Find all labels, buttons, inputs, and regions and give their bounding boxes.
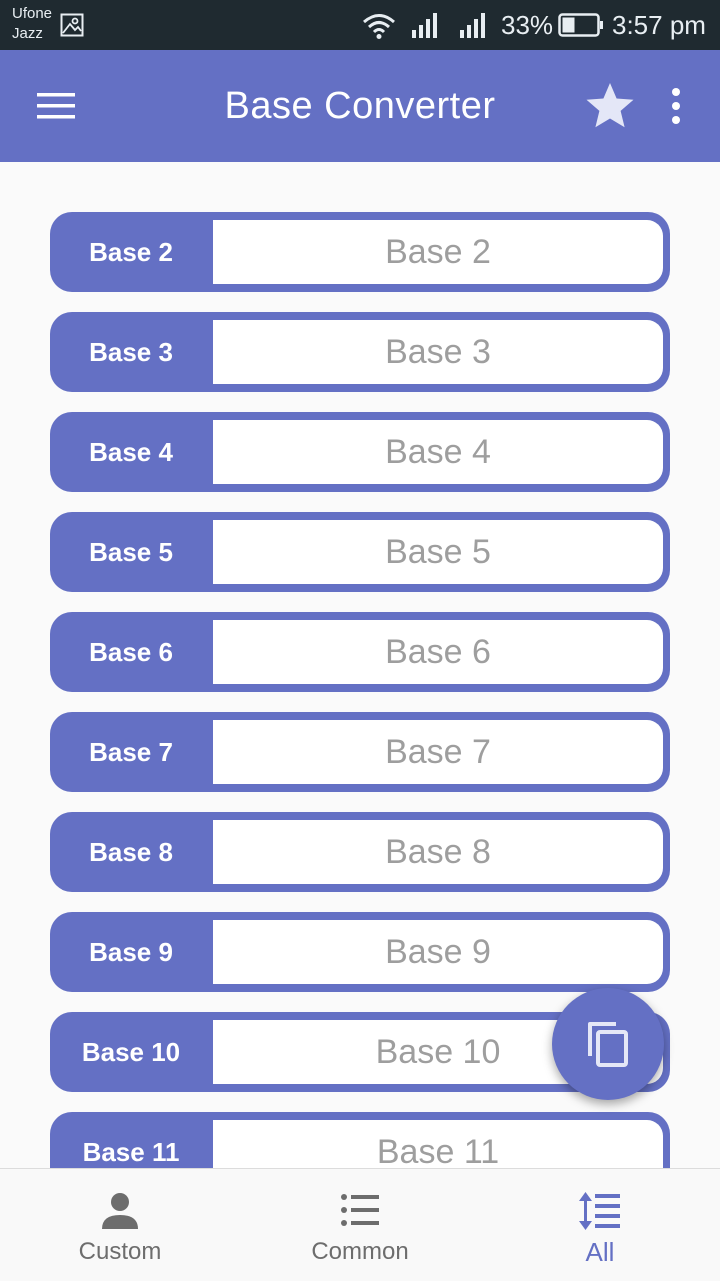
base-row-7: Base 7 Base 7 (50, 712, 670, 792)
nav-tab-custom[interactable]: Custom (0, 1169, 240, 1281)
base-label: Base 6 (89, 637, 173, 667)
copy-fab-button[interactable] (552, 988, 664, 1100)
status-bar: Ufone Jazz 33% 3:57 pm (0, 0, 720, 50)
nav-tab-common[interactable]: Common (240, 1169, 480, 1281)
bottom-navigation: Custom Common All (0, 1168, 720, 1281)
battery-percent: 33% (501, 10, 554, 40)
base-label: Base 5 (89, 537, 173, 567)
base-label: Base 8 (89, 837, 173, 867)
base-row-3: Base 3 Base 3 (50, 312, 670, 392)
base-label: Base 4 (89, 437, 173, 467)
more-options-icon[interactable] (662, 86, 690, 126)
star-icon[interactable] (584, 80, 636, 132)
base-label: Base 2 (89, 237, 173, 267)
base-6-input[interactable]: Base 6 (213, 620, 663, 684)
copy-icon (588, 1022, 628, 1067)
base-label: Base 10 (81, 1037, 181, 1067)
base-label: Base 11 (82, 1137, 180, 1167)
base-5-input[interactable]: Base 5 (213, 520, 663, 584)
carrier-names: Ufone Jazz (12, 4, 52, 44)
signal-icon-sim1 (412, 13, 437, 38)
base-row-5: Base 5 Base 5 (50, 512, 670, 592)
base-11-input[interactable]: Base 11 (213, 1120, 663, 1168)
nav-label-custom: Custom (78, 1238, 162, 1265)
battery-icon (558, 13, 603, 37)
base-2-input[interactable]: Base 2 (213, 220, 663, 284)
base-row-9: Base 9 Base 9 (50, 912, 670, 992)
base-row-6: Base 6 Base 6 (50, 612, 670, 692)
base-row-8: Base 8 Base 8 (50, 812, 670, 892)
wifi-icon (363, 14, 395, 39)
carrier-name-1: Ufone (12, 5, 53, 22)
base-9-input[interactable]: Base 9 (213, 920, 663, 984)
signal-icon-sim2 (460, 13, 485, 38)
base-label: Base 9 (89, 937, 173, 967)
base-row-11: Base 11 Base 11 (50, 1112, 670, 1168)
nav-label-common: Common (311, 1238, 409, 1265)
app-bar: Base Converter (0, 50, 720, 162)
base-8-input[interactable]: Base 8 (213, 820, 663, 884)
base-label: Base 3 (89, 337, 173, 367)
status-clock: 3:57 pm (612, 10, 706, 40)
sort-icon (579, 1192, 620, 1230)
base-7-input[interactable]: Base 7 (213, 720, 663, 784)
list-icon (341, 1194, 379, 1226)
person-icon (102, 1193, 138, 1229)
base-label: Base 7 (89, 737, 173, 767)
base-row-2: Base 2 Base 2 (50, 212, 670, 292)
gallery-notification-icon (60, 13, 84, 37)
nav-label-all: All (585, 1237, 615, 1267)
nav-tab-all[interactable]: All (480, 1169, 720, 1281)
base-row-4: Base 4 Base 4 (50, 412, 670, 492)
carrier-name-2: Jazz (12, 25, 43, 42)
base-4-input[interactable]: Base 4 (213, 420, 663, 484)
base-3-input[interactable]: Base 3 (213, 320, 663, 384)
